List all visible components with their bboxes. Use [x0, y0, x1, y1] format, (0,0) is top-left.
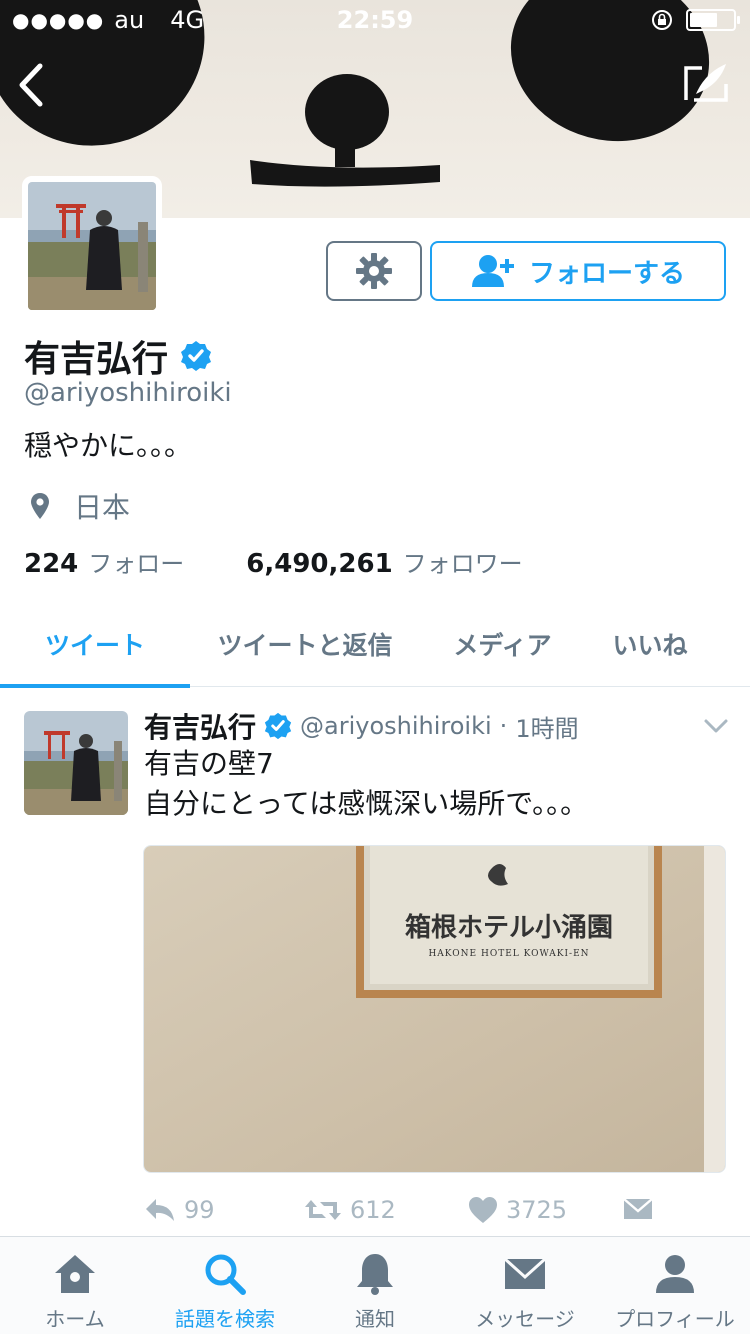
- tweet-media-image[interactable]: 箱根ホテル小涌園 HAKONE HOTEL KOWAKI-EN: [143, 845, 726, 1173]
- search-icon: [205, 1254, 246, 1295]
- nav-messages-label: メッセージ: [475, 1307, 575, 1331]
- chevron-down-icon: [704, 719, 728, 733]
- reply-button[interactable]: 99: [144, 1196, 215, 1224]
- home-icon: [55, 1255, 95, 1293]
- battery-icon: [686, 9, 740, 31]
- location-pin-icon: [31, 493, 49, 519]
- rotation-lock-icon: [652, 10, 672, 30]
- clock: 22:59: [336, 6, 414, 34]
- tab-likes[interactable]: いいね: [585, 600, 715, 687]
- hotel-sign-photo: 箱根ホテル小涌園 HAKONE HOTEL KOWAKI-EN: [144, 846, 725, 1172]
- tweet-author-handle: @ariyoshihiroiki: [300, 712, 492, 740]
- tweet-text: 有吉の壁7 自分にとっては感慨深い場所で。。。: [144, 744, 588, 824]
- retweet-icon: [305, 1200, 341, 1220]
- envelope-icon: [503, 1257, 547, 1289]
- followers-count: 6,490,261: [246, 549, 393, 579]
- nav-search-label: 話題を検索: [175, 1307, 275, 1331]
- add-user-icon: [471, 255, 514, 287]
- envelope-icon: [623, 1198, 653, 1219]
- like-count: 3725: [506, 1196, 568, 1224]
- sign-en-text: HAKONE HOTEL KOWAKI-EN: [428, 949, 589, 959]
- nav-search[interactable]: 話題を検索: [150, 1237, 300, 1334]
- nav-profile-label: プロフィール: [615, 1307, 735, 1331]
- back-button[interactable]: [12, 60, 52, 110]
- tab-media[interactable]: メディア: [420, 600, 585, 687]
- status-bar: ●●●●● au 4G 22:59: [0, 0, 750, 40]
- person-icon: [656, 1255, 694, 1293]
- nav-notifications[interactable]: 通知: [300, 1237, 450, 1334]
- follow-button-label: フォローする: [528, 258, 685, 289]
- profile-handle: @ariyoshihiroiki: [24, 378, 232, 408]
- nav-profile[interactable]: プロフィール: [600, 1237, 750, 1334]
- profile-name-text: 有吉弘行: [24, 339, 169, 380]
- profile-screen: ●●●●● au 4G 22:59 フォローする 有吉弘行 @ariyoshih…: [0, 0, 750, 1334]
- gear-icon: [356, 253, 392, 289]
- location-text: 日本: [74, 491, 131, 524]
- direct-message-button[interactable]: [622, 1196, 654, 1222]
- bell-icon: [357, 1254, 393, 1295]
- tab-tweets[interactable]: ツイート: [0, 600, 190, 688]
- tweet-avatar-photo: [24, 711, 128, 815]
- retweet-button[interactable]: 612: [304, 1196, 396, 1224]
- profile-avatar[interactable]: [22, 176, 162, 316]
- nav-messages[interactable]: メッセージ: [450, 1237, 600, 1334]
- chevron-left-icon: [19, 63, 43, 107]
- profile-tabs: ツイート ツイートと返信 メディア いいね: [0, 600, 750, 688]
- heart-icon: [469, 1197, 497, 1223]
- followers-count-link[interactable]: 6,490,261 フォロワー: [246, 544, 522, 579]
- settings-button[interactable]: [326, 241, 422, 301]
- tweet-timestamp: 1時間: [515, 714, 579, 743]
- profile-bio: 穏やかに。。。: [24, 429, 193, 462]
- follow-counts: 224 フォロー 6,490,261 フォロワー: [24, 544, 523, 579]
- compose-tweet-button[interactable]: [682, 60, 730, 108]
- reply-icon: [146, 1199, 174, 1221]
- nav-home[interactable]: ホーム: [0, 1237, 150, 1334]
- avatar-photo: [28, 182, 156, 310]
- tweet-header: 有吉弘行 @ariyoshihiroiki · 1時間: [144, 706, 579, 746]
- reply-count: 99: [184, 1196, 215, 1224]
- compose-quill-icon: [684, 64, 728, 102]
- following-count-link[interactable]: 224 フォロー: [24, 544, 184, 579]
- following-label: フォロー: [88, 550, 185, 578]
- nav-notifications-label: 通知: [355, 1307, 395, 1331]
- nav-home-label: ホーム: [45, 1307, 105, 1331]
- sign-jp-text: 箱根ホテル小涌園: [405, 912, 613, 943]
- retweet-count: 612: [350, 1196, 396, 1224]
- bottom-tab-bar: ホーム 話題を検索 通知 メッセージ プロフィール: [0, 1236, 750, 1334]
- verified-badge-icon: [181, 341, 212, 371]
- following-count: 224: [24, 549, 79, 579]
- tweet-actions: 99 612 3725: [144, 1196, 664, 1232]
- tab-tweets-and-replies[interactable]: ツイートと返信: [190, 600, 420, 687]
- verified-badge-icon: [264, 712, 292, 740]
- follow-button[interactable]: フォローする: [430, 241, 726, 301]
- tweet-menu-button[interactable]: [702, 712, 730, 740]
- tweet-separator: ·: [499, 712, 508, 740]
- tweet-author-name[interactable]: 有吉弘行: [144, 706, 256, 746]
- followers-label: フォロワー: [402, 550, 523, 578]
- profile-location: 日本: [30, 486, 130, 526]
- tweet-text-line-2: 自分にとっては感慨深い場所で。。。: [144, 787, 589, 820]
- profile-name: 有吉弘行: [24, 330, 212, 382]
- tweet-text-line-1: 有吉の壁7: [144, 747, 274, 780]
- like-button[interactable]: 3725: [468, 1196, 567, 1224]
- tweet-author-avatar[interactable]: [24, 711, 128, 815]
